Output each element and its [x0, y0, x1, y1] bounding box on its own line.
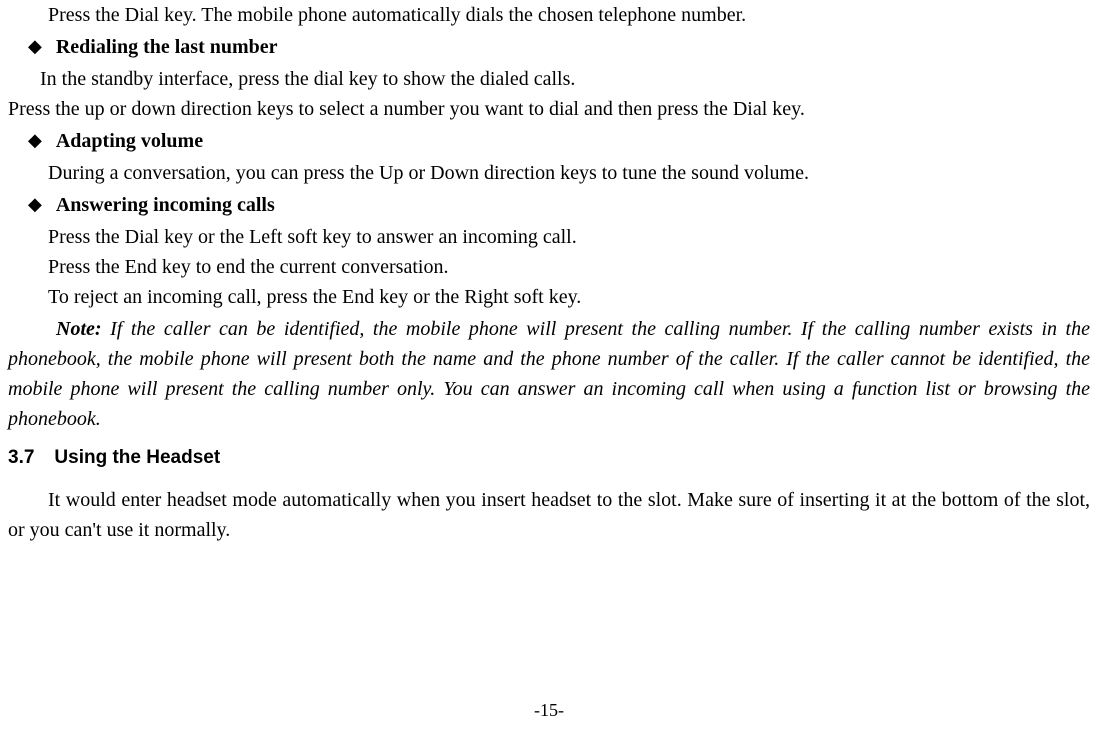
bullet-item: ◆ Answering incoming calls [8, 190, 1090, 220]
bullet-heading: Adapting volume [56, 126, 203, 156]
paragraph: Press the up or down direction keys to s… [8, 94, 1090, 124]
bullet-item: ◆ Redialing the last number [8, 32, 1090, 62]
section-number: 3.7 [8, 447, 34, 468]
diamond-icon: ◆ [28, 32, 42, 62]
paragraph: Press the End key to end the current con… [8, 252, 1090, 282]
paragraph: Press the Dial key or the Left soft key … [8, 222, 1090, 252]
note-label: Note: [56, 318, 102, 340]
bullet-heading: Answering incoming calls [56, 190, 275, 220]
paragraph: During a conversation, you can press the… [8, 158, 1090, 188]
paragraph: Press the Dial key. The mobile phone aut… [8, 0, 1090, 30]
paragraph: To reject an incoming call, press the En… [8, 282, 1090, 312]
bullet-item: ◆ Adapting volume [8, 126, 1090, 156]
diamond-icon: ◆ [28, 190, 42, 220]
diamond-icon: ◆ [28, 126, 42, 156]
paragraph: In the standby interface, press the dial… [8, 64, 1090, 94]
section-heading: 3.7 Using the Headset [8, 444, 1090, 473]
page-number: -15- [0, 697, 1098, 724]
section-title: Using the Headset [54, 447, 220, 468]
note-block: Note: If the caller can be identified, t… [8, 314, 1090, 434]
bullet-heading: Redialing the last number [56, 32, 278, 62]
note-text: If the caller can be identified, the mob… [8, 318, 1090, 430]
paragraph: It would enter headset mode automaticall… [8, 485, 1090, 545]
